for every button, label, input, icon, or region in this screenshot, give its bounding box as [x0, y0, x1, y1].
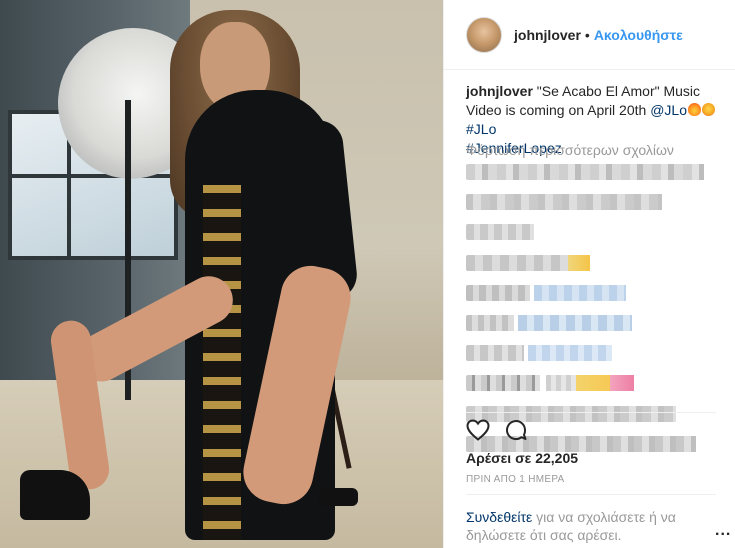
fire-emoji-icon	[688, 103, 701, 116]
heart-eyes-emoji-icon	[702, 103, 715, 116]
caption-hashtag-jlo[interactable]: #JLo	[466, 121, 496, 137]
follow-button[interactable]: Ακολουθήστε	[594, 27, 683, 43]
post-header: johnjlover • Ακολουθήστε	[444, 0, 735, 70]
model-shoe-right	[318, 488, 358, 506]
likes-count[interactable]: Αρέσει σε 22,205	[466, 450, 578, 466]
login-prompt: Συνδεθείτε για να σχολιάσετε ή να δηλώσε…	[466, 508, 698, 544]
comment-blurred	[466, 375, 724, 392]
comment-blurred	[466, 224, 724, 241]
separator-dot: •	[584, 26, 590, 43]
more-options-icon[interactable]: ...	[715, 522, 731, 540]
heart-icon[interactable]	[466, 418, 490, 442]
post-actions	[466, 418, 528, 442]
comment-icon[interactable]	[504, 418, 528, 442]
load-more-comments[interactable]: Φόρτωση περισσότερων σχολίων	[466, 142, 674, 158]
comment-blurred	[466, 164, 724, 180]
caption-username[interactable]: johnjlover	[466, 83, 533, 99]
caption-mention[interactable]: @JLo	[650, 102, 687, 118]
dress-embellishment	[203, 185, 241, 540]
comment-blurred	[466, 254, 724, 271]
avatar[interactable]	[466, 16, 502, 53]
login-link[interactable]: Συνδεθείτε	[466, 509, 532, 525]
comment-blurred	[466, 314, 724, 331]
post-photo[interactable]	[0, 0, 443, 548]
username-link[interactable]: johnjlover	[514, 27, 581, 43]
post-timestamp[interactable]: ΠΡΙΝ ΑΠΟ 1 ΗΜΕΡΑ	[466, 474, 565, 485]
comment-blurred	[466, 284, 724, 301]
comment-blurred	[466, 345, 724, 362]
login-divider	[466, 494, 716, 495]
model-shoe-left	[20, 470, 90, 520]
comment-blurred	[466, 194, 724, 211]
post-side-panel: johnjlover • Ακολουθήστε johnjlover "Se …	[443, 0, 735, 548]
actions-divider	[466, 412, 716, 413]
